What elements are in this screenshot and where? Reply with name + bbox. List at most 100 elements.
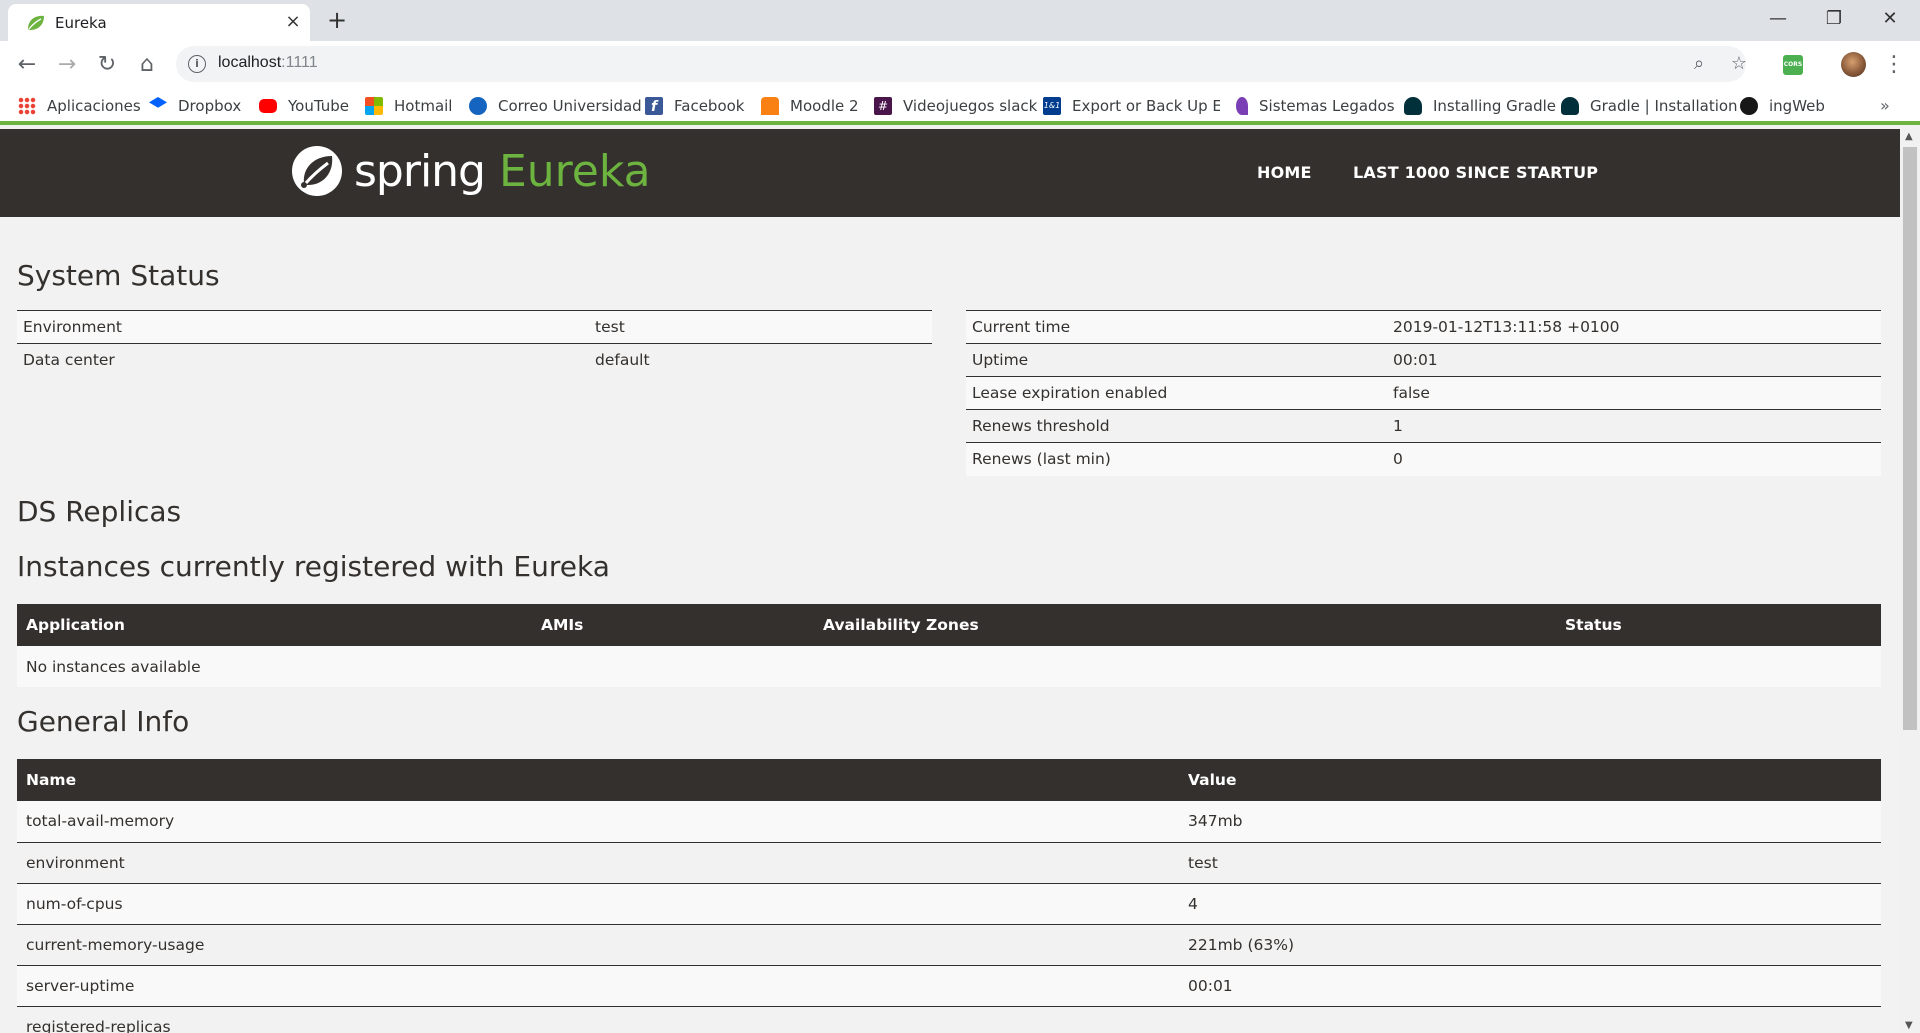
bookmark-item[interactable]: YouTube: [259, 95, 349, 117]
info-name: registered-replicas: [17, 1006, 1179, 1033]
close-window-button[interactable]: ✕: [1862, 0, 1918, 40]
1and1-icon: 1&1: [1043, 97, 1061, 115]
table-row: environment test: [17, 842, 1881, 884]
bookmark-label: Videojuegos slack: [903, 97, 1038, 115]
instances-header-row: Application AMIs Availability Zones Stat…: [17, 604, 1881, 646]
reload-button[interactable]: ↻: [92, 51, 122, 79]
general-info-table: Name Value total-avail-memory 347mb envir…: [17, 759, 1881, 1033]
bookmark-item[interactable]: f Facebook: [645, 95, 744, 117]
scroll-up-icon[interactable]: ▲: [1905, 131, 1913, 142]
info-value: 4: [1179, 883, 1881, 925]
table-row: num-of-cpus 4: [17, 883, 1881, 925]
bookmark-label: Aplicaciones: [47, 97, 141, 115]
url-port: :1111: [281, 54, 318, 71]
bookmark-star-icon[interactable]: ☆: [1729, 54, 1749, 74]
page-content: spring Eureka HOME LAST 1000 SINCE START…: [0, 129, 1900, 1033]
spring-eureka-logo[interactable]: spring Eureka: [290, 144, 651, 198]
bookmark-item[interactable]: Aplicaciones: [18, 95, 141, 117]
bookmark-label: Moodle 2: [790, 97, 859, 115]
nav-last-1000[interactable]: LAST 1000 SINCE STARTUP: [1353, 163, 1598, 182]
nav-home[interactable]: HOME: [1257, 163, 1312, 182]
home-button[interactable]: ⌂: [132, 51, 162, 79]
url-host: localhost: [218, 54, 282, 71]
col-amis: AMIs: [532, 604, 814, 646]
table-row: current-memory-usage 221mb (63%): [17, 924, 1881, 966]
forward-button[interactable]: →: [52, 51, 82, 79]
info-value: test: [1179, 842, 1881, 884]
bookmark-item[interactable]: 1&1 Export or Back Up Em: [1043, 95, 1220, 117]
status-value: 1: [1387, 409, 1881, 443]
status-row: Renews threshold 1: [966, 409, 1881, 443]
status-label: Renews (last min): [966, 442, 1387, 476]
logo-eureka-text: Eureka: [498, 145, 651, 197]
moodle-icon: [761, 97, 779, 115]
eureka-navbar: spring Eureka HOME LAST 1000 SINCE START…: [0, 129, 1900, 217]
info-name: server-uptime: [17, 965, 1179, 1007]
system-status-left-table: Environment test Data center default: [17, 310, 932, 377]
status-row: Environment test: [17, 310, 932, 344]
bookmark-item[interactable]: Correo Universidad: [469, 95, 642, 117]
maximize-button[interactable]: ❐: [1806, 0, 1862, 40]
status-row: Current time 2019-01-12T13:11:58 +0100: [966, 310, 1881, 344]
bookmark-label: Gradle | Installation: [1590, 97, 1738, 115]
status-row: Uptime 00:01: [966, 343, 1881, 377]
apps-icon: [18, 97, 36, 115]
bookmark-item[interactable]: Installing Gradle: [1404, 95, 1556, 117]
dropbox-icon: [149, 97, 167, 108]
site-info-icon[interactable]: i: [188, 55, 206, 73]
minimize-button[interactable]: —: [1750, 0, 1806, 40]
bookmark-item[interactable]: Sistemas Legados: [1236, 95, 1395, 117]
bookmark-item[interactable]: ingWeb: [1740, 95, 1825, 117]
bookmark-item[interactable]: Moodle 2: [761, 95, 859, 117]
browser-tab[interactable]: Eureka ×: [8, 4, 310, 41]
microsoft-icon: [365, 97, 383, 115]
info-name: environment: [17, 842, 1179, 884]
page-scrollbar[interactable]: ▲ ▼: [1900, 129, 1920, 1033]
bookmark-item[interactable]: Dropbox: [149, 95, 241, 117]
status-row: Renews (last min) 0: [966, 442, 1881, 476]
status-value: 00:01: [1387, 343, 1881, 377]
gradle-icon: [1404, 97, 1422, 115]
bookmarks-bar: Aplicaciones Dropbox YouTube Hotmail Cor…: [0, 88, 1920, 125]
status-value: false: [1387, 376, 1881, 410]
no-instances-text: No instances available: [17, 646, 1881, 687]
system-status-title: System Status: [17, 259, 220, 292]
scroll-thumb[interactable]: [1903, 147, 1917, 730]
bookmark-label: Sistemas Legados: [1259, 97, 1395, 115]
empty-row: No instances available: [17, 646, 1881, 687]
col-name: Name: [17, 759, 1179, 801]
info-value: [1179, 1006, 1881, 1033]
instances-title: Instances currently registered with Eure…: [17, 550, 610, 583]
tab-title: Eureka: [55, 14, 107, 32]
bookmark-label: Dropbox: [178, 97, 242, 115]
bookmark-item[interactable]: Gradle | Installation: [1561, 95, 1738, 117]
bookmark-label: ingWeb: [1769, 97, 1825, 115]
info-name: num-of-cpus: [17, 883, 1179, 925]
bookmark-item[interactable]: Hotmail: [365, 95, 452, 117]
url-text[interactable]: localhost:1111: [218, 54, 318, 72]
table-row: registered-replicas: [17, 1006, 1881, 1033]
bookmark-label: YouTube: [288, 97, 349, 115]
bookmarks-overflow-icon[interactable]: »: [1880, 96, 1890, 115]
profile-avatar[interactable]: [1841, 52, 1866, 77]
github-icon: [1740, 97, 1758, 115]
new-tab-button[interactable]: +: [324, 8, 350, 34]
youtube-icon: [259, 99, 277, 113]
tab-close-icon[interactable]: ×: [282, 11, 304, 33]
status-value: 0: [1387, 442, 1881, 476]
address-bar[interactable]: i localhost:1111 ⌕ ☆: [176, 46, 1749, 82]
system-status-right-table: Current time 2019-01-12T13:11:58 +0100 Up…: [966, 310, 1881, 476]
table-row: total-avail-memory 347mb: [17, 801, 1881, 843]
status-label: Lease expiration enabled: [966, 376, 1387, 410]
bookmark-item[interactable]: # Videojuegos slack: [874, 95, 1037, 117]
scroll-down-icon[interactable]: ▼: [1905, 1020, 1913, 1031]
back-button[interactable]: ←: [12, 51, 42, 79]
mail-icon: [469, 97, 487, 115]
info-value: 221mb (63%): [1179, 924, 1881, 966]
cors-extension-icon[interactable]: CORS: [1783, 55, 1803, 75]
general-info-title: General Info: [17, 705, 190, 738]
zoom-icon[interactable]: ⌕: [1689, 54, 1709, 74]
ds-replicas-title: DS Replicas: [17, 495, 182, 528]
col-value: Value: [1179, 759, 1881, 801]
browser-menu-icon[interactable]: ⋮: [1883, 51, 1905, 79]
